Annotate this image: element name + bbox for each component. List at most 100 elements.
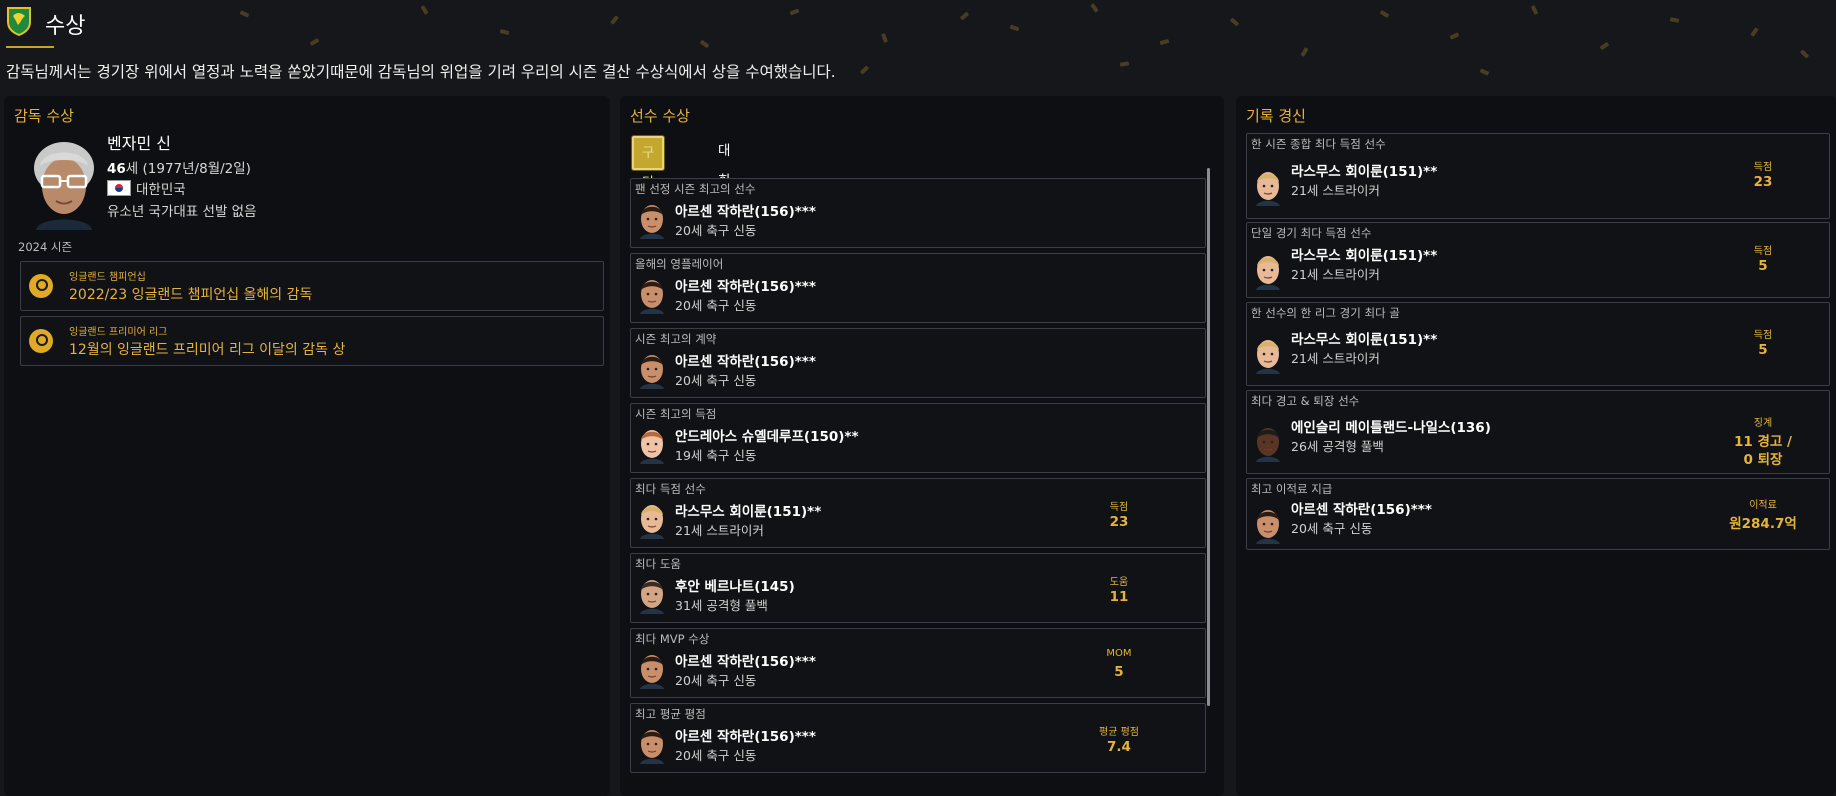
player-face-icon — [1253, 336, 1283, 374]
player-face-icon — [637, 576, 667, 614]
manager-birth: 세 (1977년/8월/2일) — [125, 161, 251, 177]
player-award-card[interactable]: 최다 MVP 수상 아르센 작하란(156)*** 20세 축구 신동 MOM 5 — [630, 628, 1206, 698]
manager-age: 46세 (1977년/8월/2일) — [107, 157, 251, 177]
player-info: 20세 축구 신동 — [675, 373, 757, 388]
player-face-icon — [1253, 506, 1283, 544]
player-name[interactable]: 아르센 작하란(156)*** — [675, 725, 816, 745]
award-category: 최고 평균 평점 — [635, 707, 706, 721]
player-name[interactable]: 아르센 작하란(156)*** — [675, 650, 816, 670]
player-award-card[interactable]: 최다 도움 후안 베르나트(145) 31세 공격형 풀백 도움 11 — [630, 553, 1206, 623]
player-info: 26세 공격형 풀백 — [1291, 439, 1384, 454]
player-name[interactable]: 라스무스 회이룬(151)** — [1291, 160, 1437, 180]
manager-nation-label: 대한민국 — [136, 182, 186, 198]
player-awards-panel: 선수 수상 구단 수상 대회 수상 팬 선정 시즌 최고의 선수아르센 작하란(… — [620, 96, 1224, 796]
award-category: 시즌 최고의 계약 — [635, 332, 717, 346]
award-category: 최다 경고 & 퇴장 선수 — [1251, 394, 1360, 408]
player-info: 21세 스트라이커 — [1291, 351, 1380, 366]
record-card[interactable]: 단일 경기 최다 득점 선수 라스무스 회이룬(151)** 21세 스트라이커 득점… — [1246, 222, 1830, 298]
records-title: 기록 경신 — [1246, 107, 1306, 125]
player-name[interactable]: 안드레아스 슈옐데루프(150)** — [675, 425, 859, 445]
manager-age-value: 46 — [107, 161, 126, 177]
player-face-icon — [1253, 168, 1283, 206]
award-category: 최다 MVP 수상 — [635, 632, 710, 646]
player-info: 20세 축구 신동 — [675, 298, 757, 313]
records-panel: 기록 경신 한 시즌 종합 최다 득점 선수라스무스 회이룬(151)** 21세… — [1236, 96, 1836, 796]
stat-label: 평균 평점 — [1099, 727, 1139, 738]
award-medal-icon — [29, 274, 53, 298]
award-category: 한 선수의 한 리그 경기 최다 골 — [1251, 306, 1400, 320]
stat-label: 이적료 — [1749, 500, 1777, 511]
stat-label: 득점 — [1753, 246, 1773, 257]
player-award-card[interactable]: 팬 선정 시즌 최고의 선수아르센 작하란(156)*** 20세 축구 신동 — [630, 178, 1206, 248]
player-info: 21세 스트라이커 — [675, 523, 764, 538]
player-name[interactable]: 라스무스 회이룬(151)** — [1291, 244, 1437, 264]
tab-club-awards[interactable]: 구단 수상 — [632, 136, 665, 251]
award-category: 한 시즌 종합 최다 득점 선수 — [1251, 137, 1386, 151]
scrollbar[interactable] — [1207, 168, 1210, 706]
player-info: 20세 축구 신동 — [1291, 521, 1373, 536]
manager-name[interactable]: 벤자민 신 — [107, 130, 171, 154]
award-medal-icon — [29, 329, 53, 353]
tab-competition-awards[interactable]: 대회 수상 — [710, 136, 738, 249]
manager-award-2[interactable]: 잉글랜드 프리미어 리그 12월의 잉글랜드 프리미어 리그 이달의 감독 상 — [20, 316, 604, 366]
stat-value: 5 — [1758, 258, 1768, 274]
stat-value: 원284.7억 — [1729, 516, 1797, 532]
manager-youth-caps: 유소년 국가대표 선발 없음 — [107, 204, 257, 220]
player-award-card[interactable]: 올해의 영플레이어 아르센 작하란(156)*** 20세 축구 신동 — [630, 253, 1206, 323]
stat-value: 23 — [1753, 174, 1773, 190]
stat-label: 득점 — [1753, 162, 1773, 173]
record-card[interactable]: 최다 경고 & 퇴장 선수에인슬리 메이틀랜드-나일스(136) 26세 공격형 … — [1246, 390, 1830, 474]
stat-value: 7.4 — [1107, 739, 1131, 755]
player-face-icon — [637, 351, 667, 389]
stat-value: 5 — [1758, 342, 1768, 358]
player-face-icon — [637, 276, 667, 314]
player-award-card[interactable]: 최고 평균 평점아르센 작하란(156)*** 20세 축구 신동 평균 평점 7.4 — [630, 703, 1206, 773]
award-competition: 잉글랜드 챔피언십 — [69, 272, 146, 283]
stat-value: 11 — [1109, 589, 1129, 605]
player-info: 20세 축구 신동 — [675, 223, 757, 238]
award-category: 시즌 최고의 득점 — [635, 407, 717, 421]
stat-value-secondary: 0 퇴장 — [1743, 452, 1783, 468]
manager-award-1[interactable]: 잉글랜드 챔피언십 2022/23 잉글랜드 챔피언십 올해의 감독 — [20, 261, 604, 311]
page-title: 수상 — [45, 14, 86, 39]
player-face-icon — [637, 501, 667, 539]
stat-label: 징계 — [1753, 418, 1773, 429]
club-crest-icon — [7, 7, 31, 36]
player-award-card[interactable]: 최다 득점 선수 라스무스 회이룬(151)** 21세 스트라이커 득점 23 — [630, 478, 1206, 548]
award-category: 최고 이적료 지급 — [1251, 482, 1333, 496]
player-info: 31세 공격형 풀백 — [675, 598, 768, 613]
stat-label: 득점 — [1753, 330, 1773, 341]
stat-value: 5 — [1114, 664, 1124, 680]
player-name[interactable]: 아르센 작하란(156)*** — [675, 350, 816, 370]
award-name: 2022/23 잉글랜드 챔피언십 올해의 감독 — [69, 287, 313, 303]
player-info: 19세 축구 신동 — [675, 448, 757, 463]
award-category: 팬 선정 시즌 최고의 선수 — [635, 182, 756, 196]
stat-label: 도움 — [1109, 577, 1129, 588]
stat-label: 득점 — [1109, 502, 1129, 513]
player-name[interactable]: 후안 베르나트(145) — [675, 575, 795, 595]
player-face-icon — [637, 726, 667, 764]
record-card[interactable]: 한 선수의 한 리그 경기 최다 골라스무스 회이룬(151)** 21세 스트라… — [1246, 302, 1830, 386]
player-name[interactable]: 아르센 작하란(156)*** — [675, 200, 816, 220]
player-info: 20세 축구 신동 — [675, 748, 757, 763]
player-face-icon — [637, 201, 667, 239]
player-name[interactable]: 라스무스 회이룬(151)** — [1291, 328, 1437, 348]
player-name[interactable]: 아르센 작하란(156)*** — [1291, 498, 1432, 518]
scrollbar-thumb[interactable] — [1207, 168, 1210, 706]
player-info: 21세 스트라이커 — [1291, 183, 1380, 198]
manager-awards-title: 감독 수상 — [14, 107, 74, 125]
award-category: 최다 득점 선수 — [635, 482, 706, 496]
player-name[interactable]: 라스무스 회이룬(151)** — [675, 500, 821, 520]
record-card[interactable]: 최고 이적료 지급아르센 작하란(156)*** 20세 축구 신동 이적료원284… — [1246, 478, 1830, 550]
header-message: 감독님께서는 경기장 위에서 열정과 노력을 쏟았기때문에 감독님의 위업을 기… — [6, 63, 836, 81]
award-name: 12월의 잉글랜드 프리미어 리그 이달의 감독 상 — [69, 342, 346, 358]
player-award-card[interactable]: 시즌 최고의 계약아르센 작하란(156)*** 20세 축구 신동 — [630, 328, 1206, 398]
player-award-card[interactable]: 시즌 최고의 득점안드레아스 슈옐데루프(150)** 19세 축구 신동 — [630, 403, 1206, 473]
award-competition: 잉글랜드 프리미어 리그 — [69, 327, 168, 338]
player-name[interactable]: 에인슬리 메이틀랜드-나일스(136) — [1291, 416, 1491, 436]
korea-flag-icon — [107, 180, 131, 196]
player-name[interactable]: 아르센 작하란(156)*** — [675, 275, 816, 295]
page-header: 수상 감독님께서는 경기장 위에서 열정과 노력을 쏟았기때문에 감독님의 위업… — [0, 0, 1836, 92]
record-card[interactable]: 한 시즌 종합 최다 득점 선수라스무스 회이룬(151)** 21세 스트라이커… — [1246, 133, 1830, 219]
manager-photo — [34, 142, 94, 230]
